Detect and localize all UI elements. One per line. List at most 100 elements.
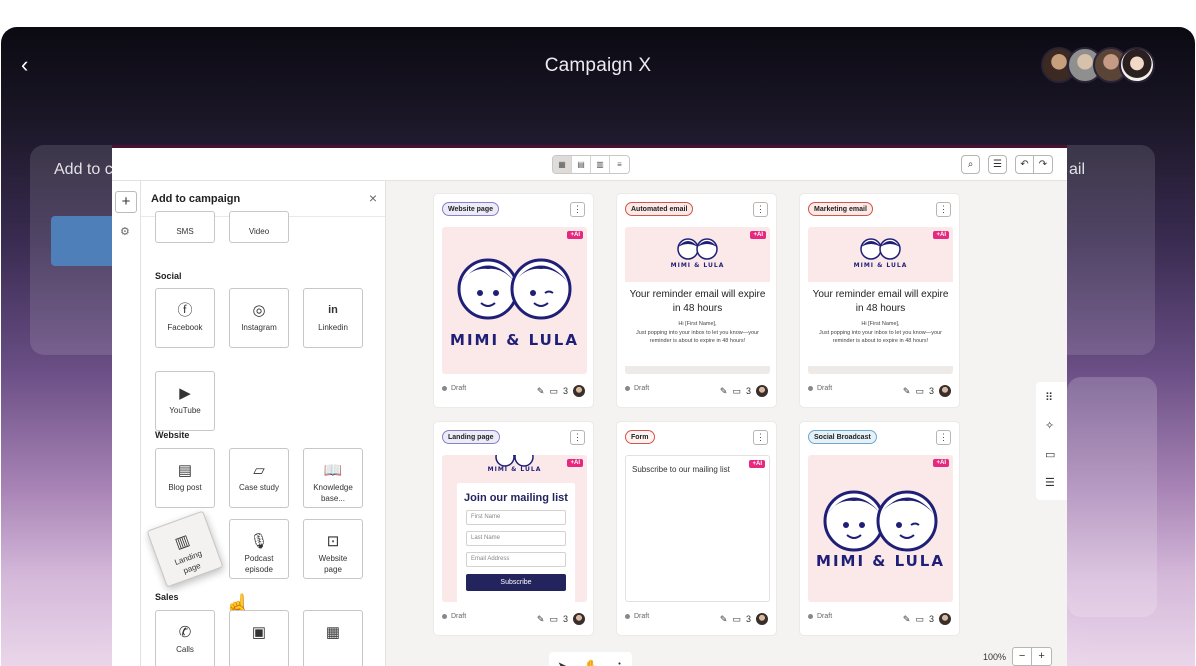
avatar[interactable]	[756, 613, 768, 625]
avatar[interactable]	[939, 613, 951, 625]
comment-icon[interactable]: ▭	[732, 614, 741, 625]
tile-sales-item[interactable]: ▣	[229, 610, 289, 666]
avatar[interactable]	[939, 385, 951, 397]
canvas-tools: ➤ ✋ ⛬	[549, 652, 632, 666]
status-label: Draft	[634, 385, 650, 392]
more-options-icon[interactable]: ⋮	[753, 430, 768, 445]
tile-landing-page-dragging[interactable]: ▥ Landing page	[146, 510, 224, 588]
calendar-view-icon[interactable]: ▤	[572, 156, 591, 173]
asset-card[interactable]: Marketing email ⋮ MIMI & LULA +AI Your r…	[799, 193, 960, 408]
asset-card[interactable]: Landing page ⋮ MIMI & LULA +AI Join our …	[433, 421, 594, 636]
collaborator-avatars[interactable]	[1041, 47, 1155, 83]
edit-icon[interactable]: ✎	[903, 614, 911, 625]
section-social: Social	[155, 271, 182, 281]
add-button[interactable]: +	[115, 191, 137, 213]
search-icon[interactable]: ⌕	[961, 155, 980, 174]
hierarchy-icon[interactable]: ⛬	[615, 658, 623, 666]
background-button	[51, 216, 121, 266]
status-label: Draft	[634, 613, 650, 620]
close-icon[interactable]: ×	[369, 190, 377, 206]
status-label: Draft	[817, 613, 833, 620]
ai-badge[interactable]: +AI	[750, 231, 766, 239]
comment-icon[interactable]: ▭	[732, 386, 741, 397]
microphone-icon: 🎙	[249, 533, 269, 550]
tile-facebook[interactable]: ⓕ Facebook	[155, 288, 215, 348]
grid-view-icon[interactable]: ▦	[553, 156, 572, 173]
brand-logo-text: MIMI & LULA	[816, 552, 945, 570]
ai-badge[interactable]: +AI	[749, 460, 765, 468]
redo-icon[interactable]: ↷	[1034, 155, 1053, 174]
more-options-icon[interactable]: ⋮	[936, 202, 951, 217]
ai-badge[interactable]: +AI	[567, 459, 583, 467]
campaign-canvas[interactable]: Website page ⋮ +AI MIMI & LULA Draft ✎ ▭…	[386, 181, 1067, 666]
edit-icon[interactable]: ✎	[720, 614, 728, 625]
list-view-icon[interactable]: ≡	[610, 156, 629, 173]
edit-icon[interactable]: ✎	[537, 614, 545, 625]
comment-icon[interactable]: ▭	[915, 614, 924, 625]
message-icon: ▣	[251, 624, 267, 641]
undo-icon[interactable]: ↶	[1015, 155, 1034, 174]
view-switcher[interactable]: ▦ ▤ ▥ ≡	[552, 155, 630, 174]
ai-badge[interactable]: +AI	[933, 459, 949, 467]
subscribe-button: Subscribe	[466, 574, 566, 591]
tile-blog-post[interactable]: ▤ Blog post	[155, 448, 215, 508]
tile-sms[interactable]: SMS	[155, 211, 215, 243]
avatar[interactable]	[756, 385, 768, 397]
asset-type-badge: Form	[625, 430, 655, 444]
more-options-icon[interactable]: ⋮	[936, 430, 951, 445]
avatar[interactable]	[573, 613, 585, 625]
tile-knowledge-base[interactable]: 📖 Knowledge base...	[303, 448, 363, 508]
tile-website-page[interactable]: ⊡ Website page	[303, 519, 363, 579]
settings-icon[interactable]: ⚙	[120, 225, 130, 238]
status-label: Draft	[451, 385, 467, 392]
asset-card[interactable]: Website page ⋮ +AI MIMI & LULA Draft ✎ ▭…	[433, 193, 594, 408]
tile-linkedin[interactable]: in Linkedin	[303, 288, 363, 348]
comment-icon[interactable]: ▭	[549, 386, 558, 397]
facebook-icon: ⓕ	[177, 302, 193, 319]
edit-icon[interactable]: ✎	[903, 386, 911, 397]
edit-icon[interactable]: ✎	[720, 386, 728, 397]
filter-icon[interactable]: ☰	[988, 155, 1007, 174]
instagram-icon: ◎	[252, 302, 266, 319]
campaign-editor: ▦ ▤ ▥ ≡ ⌕ ☰ ↶ ↷ + ⚙ Add to campaign × SM…	[112, 145, 1067, 666]
hand-icon[interactable]: ✋	[584, 659, 599, 666]
tile-youtube[interactable]: ▶ YouTube	[155, 371, 215, 431]
zoom-in-button[interactable]: +	[1032, 648, 1051, 665]
brand-logo-text: MIMI & LULA	[487, 466, 542, 473]
more-options-icon[interactable]: ⋮	[570, 430, 585, 445]
card-footer: Draft ✎ ▭ 3	[442, 613, 585, 627]
comment-count: 3	[562, 386, 568, 396]
brand-logo-illustration	[457, 258, 572, 320]
website-page-icon: ⊡	[326, 533, 340, 550]
tile-sales-item[interactable]: ▦	[303, 610, 363, 666]
ai-badge[interactable]: +AI	[567, 231, 583, 239]
tile-video[interactable]: Video	[229, 211, 289, 243]
comment-icon[interactable]: ▭	[915, 386, 924, 397]
comment-count: 3	[745, 614, 751, 624]
card-footer: Draft ✎ ▭ 3	[808, 385, 951, 399]
tile-calls[interactable]: ✆ Calls	[155, 610, 215, 666]
drag-handle-icon[interactable]: ⠿	[1045, 391, 1053, 404]
tile-case-study[interactable]: ▱ Case study	[229, 448, 289, 508]
asset-card[interactable]: Social Broadcast ⋮ +AI MIMI & LULA Draft…	[799, 421, 960, 636]
asset-card[interactable]: Form ⋮ Subscribe to our mailing list +AI…	[616, 421, 777, 636]
blog-icon: ▤	[177, 462, 193, 479]
card-footer: Draft ✎ ▭ 3	[625, 385, 768, 399]
pointer-icon[interactable]: ➤	[557, 659, 567, 666]
ai-badge[interactable]: +AI	[933, 231, 949, 239]
card-footer: Draft ✎ ▭ 3	[808, 613, 951, 627]
board-view-icon[interactable]: ▥	[591, 156, 610, 173]
avatar[interactable]	[573, 385, 585, 397]
sparkle-icon[interactable]: ✧	[1045, 419, 1054, 432]
tile-podcast-episode[interactable]: 🎙 Podcast episode	[229, 519, 289, 579]
checklist-icon[interactable]: ☰	[1045, 476, 1055, 489]
more-options-icon[interactable]: ⋮	[570, 202, 585, 217]
asset-card[interactable]: Automated email ⋮ MIMI & LULA +AI Your r…	[616, 193, 777, 408]
tile-instagram[interactable]: ◎ Instagram	[229, 288, 289, 348]
more-options-icon[interactable]: ⋮	[753, 202, 768, 217]
edit-icon[interactable]: ✎	[537, 386, 545, 397]
avatar[interactable]	[1119, 47, 1155, 83]
zoom-out-button[interactable]: −	[1013, 648, 1033, 665]
comments-icon[interactable]: ▭	[1045, 448, 1055, 461]
comment-icon[interactable]: ▭	[549, 614, 558, 625]
